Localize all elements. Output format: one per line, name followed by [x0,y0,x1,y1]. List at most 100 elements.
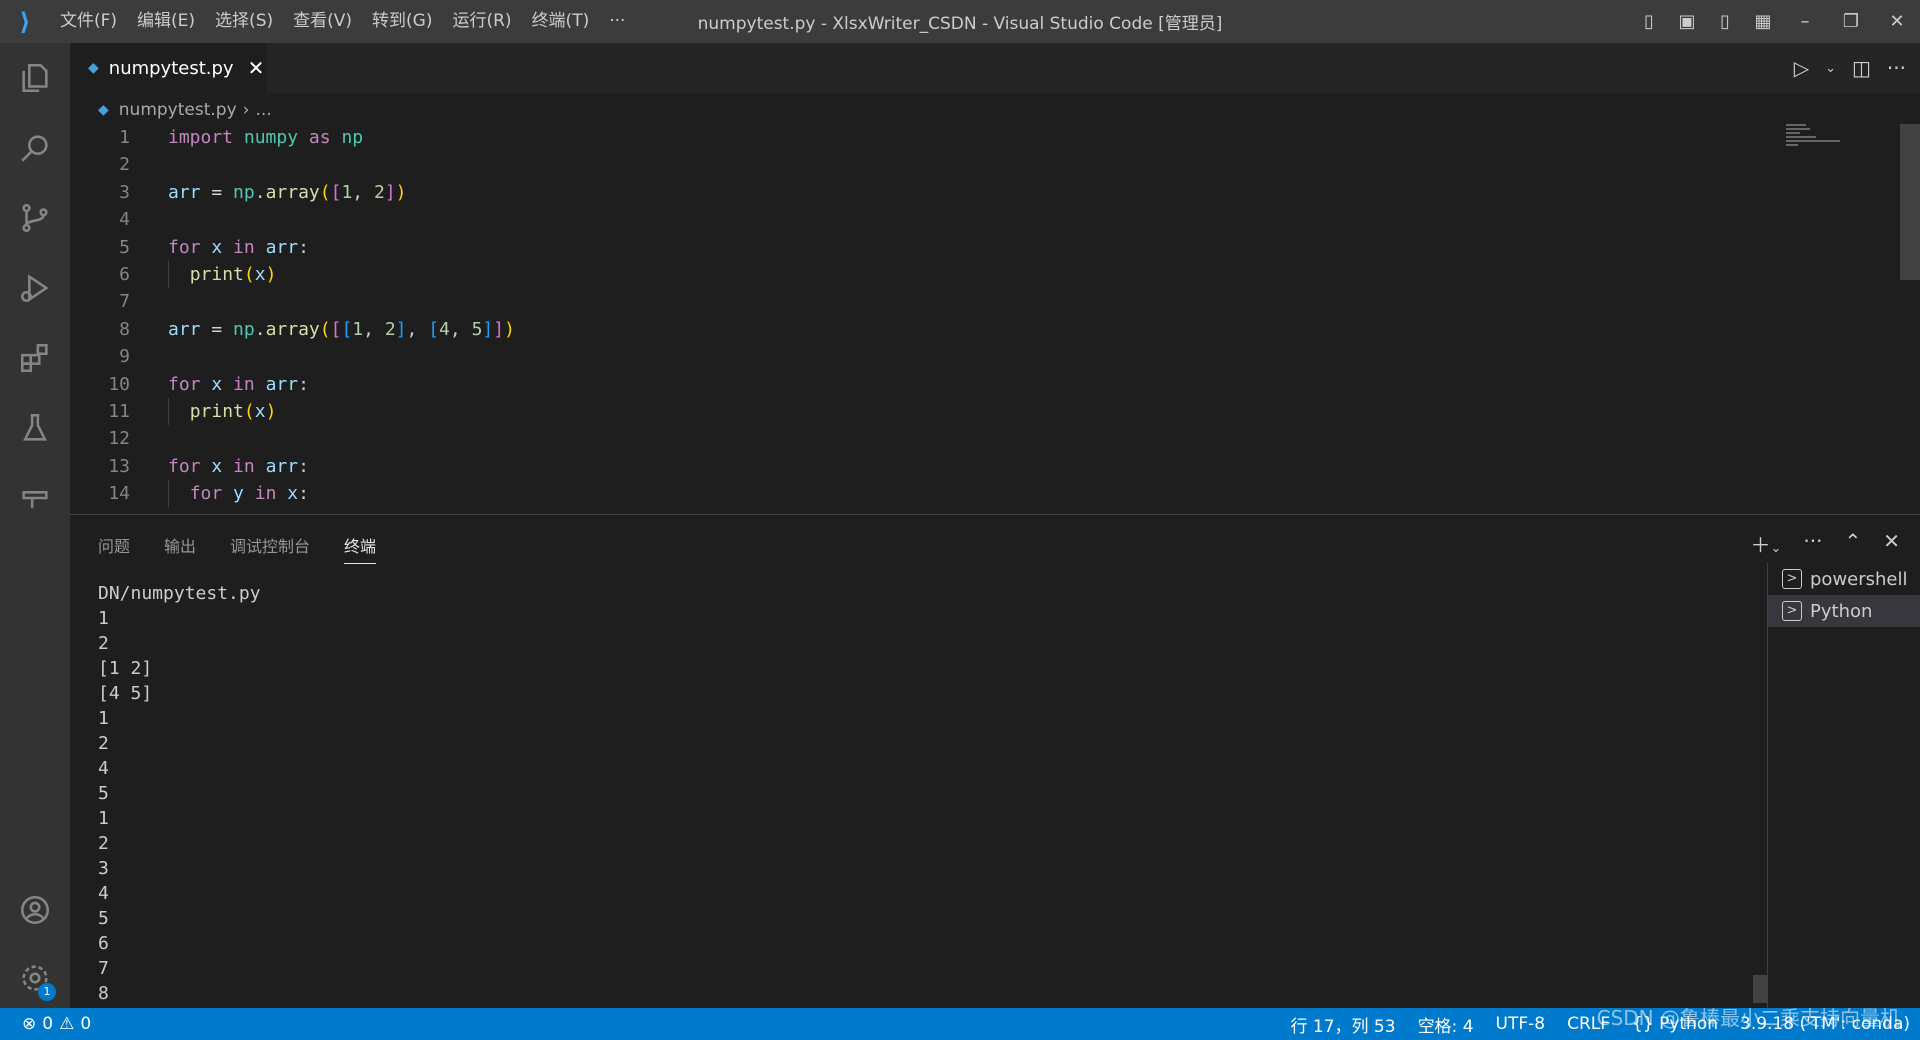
account-icon[interactable] [0,875,70,945]
run-python-file-icon[interactable]: ▷ [1794,56,1809,80]
run-debug-icon[interactable] [0,253,70,323]
code-line: print(x) [189,263,277,285]
line-number: 6 [119,263,130,285]
menu-edit[interactable]: 编辑(E) [127,0,205,43]
title-bar: ⟩ 文件(F) 编辑(E) 选择(S) 查看(V) 转到(G) 运行(R) 终端… [0,0,1920,43]
activity-bar: 1 [0,43,70,1008]
customize-layout-icon[interactable]: ▦ [1744,11,1782,32]
line-ending[interactable]: CRLF [1567,1014,1610,1034]
error-icon: ⊗ [22,1014,37,1034]
terminal-list: > powershell > Python [1767,563,1920,1009]
tab-debug-console[interactable]: 调试控制台 [230,527,310,564]
more-actions-icon[interactable]: ··· [1887,56,1906,80]
line-number: 8 [119,318,130,340]
menu-go[interactable]: 转到(G) [362,0,442,43]
remote-explorer-icon[interactable] [0,463,70,533]
close-tab-icon[interactable]: ✕ [248,56,265,80]
terminal-line: 2 [98,833,109,854]
terminal-scrollbar[interactable] [1753,975,1767,1003]
search-icon[interactable] [0,113,70,183]
line-number: 9 [119,346,130,368]
line-number: 12 [108,428,130,450]
line-number: 13 [108,455,130,477]
terminal-line: 5 [98,783,109,804]
terminal-line: 1 [98,808,109,829]
split-editor-icon[interactable]: ◫ [1852,56,1871,80]
menu-terminal[interactable]: 终端(T) [522,0,600,43]
toggle-panel-icon[interactable]: ▣ [1668,11,1706,32]
terminal-name: powershell [1810,568,1908,590]
code-line: import numpy as np [168,127,364,148]
status-bar: ⊗ 0 ⚠ 0 行 17，列 53 空格: 4 UTF-8 CRLF {} Pyth… [0,1008,1920,1040]
terminal-line: 3 [98,858,109,879]
terminal-line: 6 [98,933,109,954]
terminal-item-powershell[interactable]: > powershell [1768,563,1920,595]
terminal-line: 8 [98,983,109,1004]
code-line: for x in arr: [168,236,309,258]
menu-run[interactable]: 运行(R) [442,0,521,43]
terminal-line: 1 [98,608,109,629]
new-terminal-icon[interactable]: ＋⌄ [1750,529,1781,558]
more-actions-icon[interactable]: ··· [1803,529,1822,558]
cursor-position[interactable]: 行 17，列 53 [1290,1012,1395,1037]
terminal-line: 2 [98,733,109,754]
encoding[interactable]: UTF-8 [1496,1014,1546,1034]
maximize-panel-icon[interactable]: ⌃ [1844,529,1861,558]
terminal-line: 4 [98,758,109,779]
line-number: 7 [119,291,130,313]
terminal-line: 1 [98,708,109,729]
code-line: for x in arr: [168,373,309,395]
tab-label: numpytest.py [108,57,234,79]
warning-count: 0 [80,1014,92,1034]
close-button[interactable]: ✕ [1874,11,1920,32]
close-panel-icon[interactable]: ✕ [1883,529,1900,558]
terminal-line: 2 [98,633,109,654]
line-number: 5 [119,236,130,258]
tab-numpytest[interactable]: ◆ numpytest.py ✕ [70,43,267,93]
code-line: arr = np.array([1, 2]) [168,181,407,203]
problems-status[interactable]: ⊗ 0 ⚠ 0 [0,1014,91,1034]
line-number: 14 [108,483,130,505]
terminal-line: 5 [98,908,109,929]
editor-scrollbar[interactable] [1900,124,1920,280]
terminal-icon: > [1782,601,1802,621]
testing-icon[interactable] [0,393,70,463]
settings-badge: 1 [38,983,56,1001]
run-dropdown-icon[interactable]: ⌄ [1825,61,1836,76]
editor-tab-bar: ◆ numpytest.py ✕ ▷ ⌄ ◫ ··· [70,43,1920,93]
python-interpreter[interactable]: 3.9.18 ('TM': conda) [1740,1014,1910,1034]
menu-file[interactable]: 文件(F) [50,0,127,43]
minimize-button[interactable]: – [1782,11,1828,32]
tab-output[interactable]: 输出 [164,527,196,564]
explorer-icon[interactable] [0,43,70,113]
menu-selection[interactable]: 选择(S) [205,0,283,43]
menu-view[interactable]: 查看(V) [283,0,362,43]
breadcrumb-file[interactable]: numpytest.py [119,100,237,120]
tab-problems[interactable]: 问题 [98,527,130,564]
restore-button[interactable]: ❐ [1828,11,1874,32]
tab-terminal[interactable]: 终端 [344,527,377,564]
terminal-output[interactable]: DN/numpytest.py 1 2 [1 2] [4 5] 1 2 4 5 1 2 3 4 5 6 7 8 [98,581,261,1006]
source-control-icon[interactable] [0,183,70,253]
code-line: for x in arr: [168,455,309,477]
indentation[interactable]: 空格: 4 [1418,1012,1474,1037]
breadcrumb-symbols[interactable]: ... [255,100,271,120]
minimap[interactable] [1786,124,1846,174]
line-number: 1 [119,127,130,148]
toggle-sidebar-icon[interactable]: ▯ [1630,11,1668,32]
line-number: 2 [119,154,130,176]
extensions-icon[interactable] [0,323,70,393]
menu-more[interactable]: ··· [599,0,635,43]
terminal-item-python[interactable]: > Python [1768,595,1920,627]
error-count: 0 [42,1014,54,1034]
toggle-secondary-sidebar-icon[interactable]: ▯ [1706,11,1744,32]
code-editor[interactable]: 1 import numpy as np 2 3 arr = np.array([1… [70,124,1900,510]
braces-icon: {} [1632,1014,1654,1034]
settings-gear-icon[interactable]: 1 [0,943,70,1013]
terminal-line: 4 [98,883,109,904]
warning-icon: ⚠ [59,1014,75,1034]
language-mode[interactable]: {} Python [1632,1014,1718,1034]
code-line: for y in x: [189,483,309,505]
code-line: arr = np.array([[1, 2], [4, 5]]) [168,318,515,340]
terminal-line: DN/numpytest.py [98,583,261,604]
